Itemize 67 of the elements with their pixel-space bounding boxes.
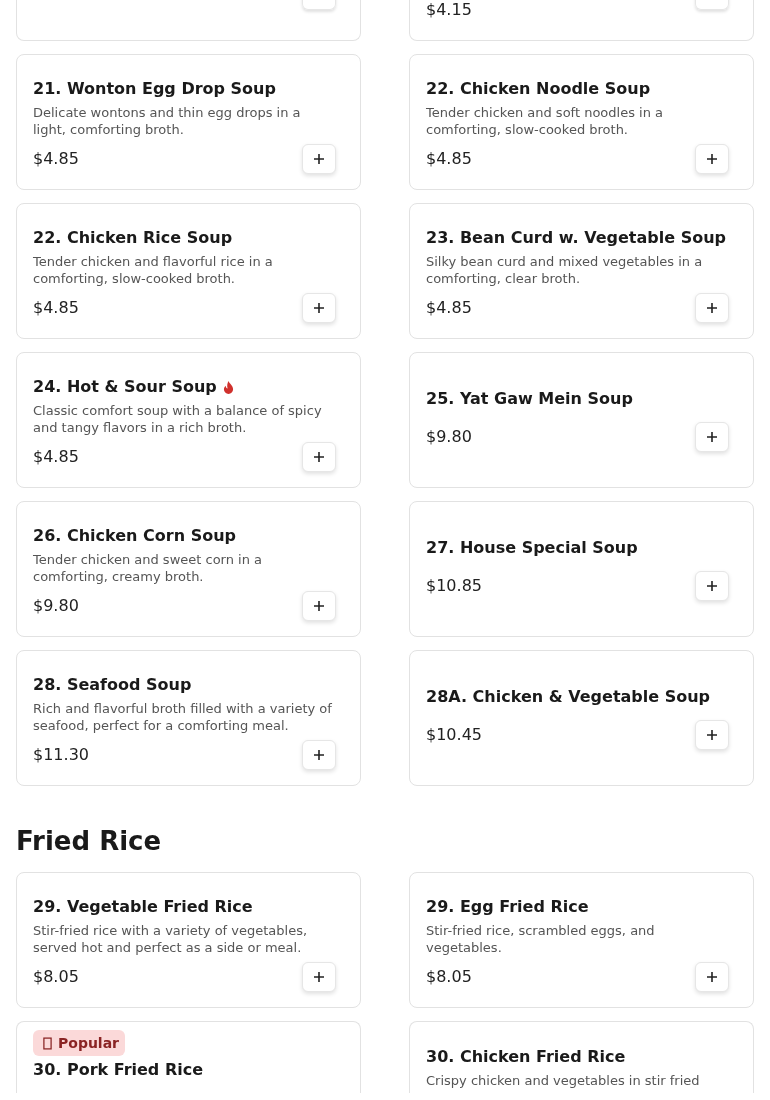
plus-icon <box>706 302 718 314</box>
plus-icon <box>313 451 325 463</box>
item-price: $9.80 <box>33 596 79 616</box>
item-title: 22. Chicken Noodle Soup <box>426 78 651 100</box>
menu-card[interactable]: 27. House Special Soup $10.85 <box>409 501 754 637</box>
item-title: 24. Hot & Sour Soup <box>33 376 217 398</box>
flame-icon <box>222 380 234 394</box>
plus-icon <box>706 153 718 165</box>
item-price: $4.85 <box>33 298 79 318</box>
popular-badge: Popular <box>33 1030 126 1056</box>
plus-icon <box>706 971 718 983</box>
menu-card[interactable]: Popular 30. Pork Fried Rice <box>16 1021 361 1093</box>
item-title: 28A. Chicken & Vegetable Soup <box>426 686 711 708</box>
item-title: 27. House Special Soup <box>426 537 638 559</box>
item-description: Tender chicken and soft noodles in a comforting, slow-cooked broth. <box>426 104 665 138</box>
plus-icon <box>313 600 325 612</box>
item-title: 29. Vegetable Fried Rice <box>33 896 253 918</box>
menu-card[interactable]: 30. Chicken Fried Rice Crispy chicken and vegetables in stir fried <box>409 1021 754 1093</box>
item-title: 23. Bean Curd w. Vegetable Soup <box>426 227 726 249</box>
plus-icon <box>313 749 325 761</box>
item-description: Tender chicken and flavorful rice in a comforting, slow-cooked broth. <box>33 253 274 287</box>
plus-icon <box>706 431 718 443</box>
missing-glyph-icon <box>43 1036 52 1050</box>
plus-icon <box>313 971 325 983</box>
menu-card[interactable]: 22. Chicken Rice Soup Tender chicken and flavorful rice in a comforting, slow-cooked broth. $4.85 <box>16 203 361 339</box>
plus-icon <box>313 153 325 165</box>
plus-icon <box>313 302 325 314</box>
item-description: Stir-fried rice with a variety of vegetables, served hot and perfect as a side or meal. <box>33 922 309 956</box>
menu-card[interactable]: 29. Vegetable Fried Rice Stir-fried rice with a variety of vegetables, served hot and perfect as a side or meal. $8.05 <box>16 872 361 1008</box>
item-description: Classic comfort soup with a balance of spicy and tangy flavors in a rich broth. <box>33 402 323 436</box>
item-title: 30. Pork Fried Rice <box>33 1059 204 1081</box>
plus-icon <box>706 580 718 592</box>
item-price: $11.30 <box>33 745 89 765</box>
item-title: 30. Chicken Fried Rice <box>426 1046 626 1068</box>
item-price: $4.85 <box>33 447 79 467</box>
item-description: Delicate wontons and thin egg drops in a light, comforting broth. <box>33 104 302 138</box>
item-title: 29. Egg Fried Rice <box>426 896 589 918</box>
item-price: $4.85 <box>426 298 472 318</box>
item-price: $10.45 <box>426 725 482 745</box>
item-price: $9.80 <box>426 427 472 447</box>
item-title: 21. Wonton Egg Drop Soup <box>33 78 276 100</box>
item-description: Stir-fried rice, scrambled eggs, and vegetables. <box>426 922 656 956</box>
item-price: $10.85 <box>426 576 482 596</box>
item-price: $8.05 <box>426 967 472 987</box>
item-price: $8.05 <box>33 967 79 987</box>
menu-card[interactable]: 24. Hot & Sour Soup Classic comfort soup with a balance of spicy and tangy flavors in a rich broth. $4.85 <box>16 352 361 488</box>
item-description: Tender chicken and sweet corn in a comforting, creamy broth. <box>33 551 264 585</box>
plus-icon <box>706 729 718 741</box>
menu-card[interactable]: 29. Egg Fried Rice Stir-fried rice, scrambled eggs, and vegetables. $8.05 <box>409 872 754 1008</box>
item-description: Silky bean curd and mixed vegetables in a comforting, clear broth. <box>426 253 704 287</box>
menu-card[interactable]: 26. Chicken Corn Soup Tender chicken and sweet corn in a comforting, creamy broth. $9.80 <box>16 501 361 637</box>
menu-card[interactable]: 22. Chicken Noodle Soup Tender chicken and soft noodles in a comforting, slow-cooked broth. $4.85 <box>409 54 754 190</box>
menu-card[interactable]: 23. Bean Curd w. Vegetable Soup Silky bean curd and mixed vegetables in a comforting, clear broth. $4.85 <box>409 203 754 339</box>
item-title: 25. Yat Gaw Mein Soup <box>426 388 633 410</box>
menu-card[interactable]: 28A. Chicken & Vegetable Soup $10.45 <box>409 650 754 786</box>
item-title: 22. Chicken Rice Soup <box>33 227 233 249</box>
section-heading: Fried Rice <box>16 826 163 856</box>
menu-card[interactable]: 25. Yat Gaw Mein Soup $9.80 <box>409 352 754 488</box>
item-title: 26. Chicken Corn Soup <box>33 525 236 547</box>
menu-card[interactable]: 21. Wonton Egg Drop Soup Delicate wontons and thin egg drops in a light, comforting broth. $4.85 <box>16 54 361 190</box>
item-title: 28. Seafood Soup <box>33 674 192 696</box>
item-price: $4.85 <box>33 149 79 169</box>
item-description: Rich and flavorful broth filled with a variety of seafood, perfect for a comforting meal. <box>33 700 333 734</box>
item-price: $4.15 <box>426 0 472 20</box>
item-price: $4.85 <box>426 149 472 169</box>
item-description: Crispy chicken and vegetables in stir fried <box>426 1072 701 1089</box>
menu-card[interactable]: 28. Seafood Soup Rich and flavorful broth filled with a variety of seafood, perfect for a comforting meal. $11.30 <box>16 650 361 786</box>
